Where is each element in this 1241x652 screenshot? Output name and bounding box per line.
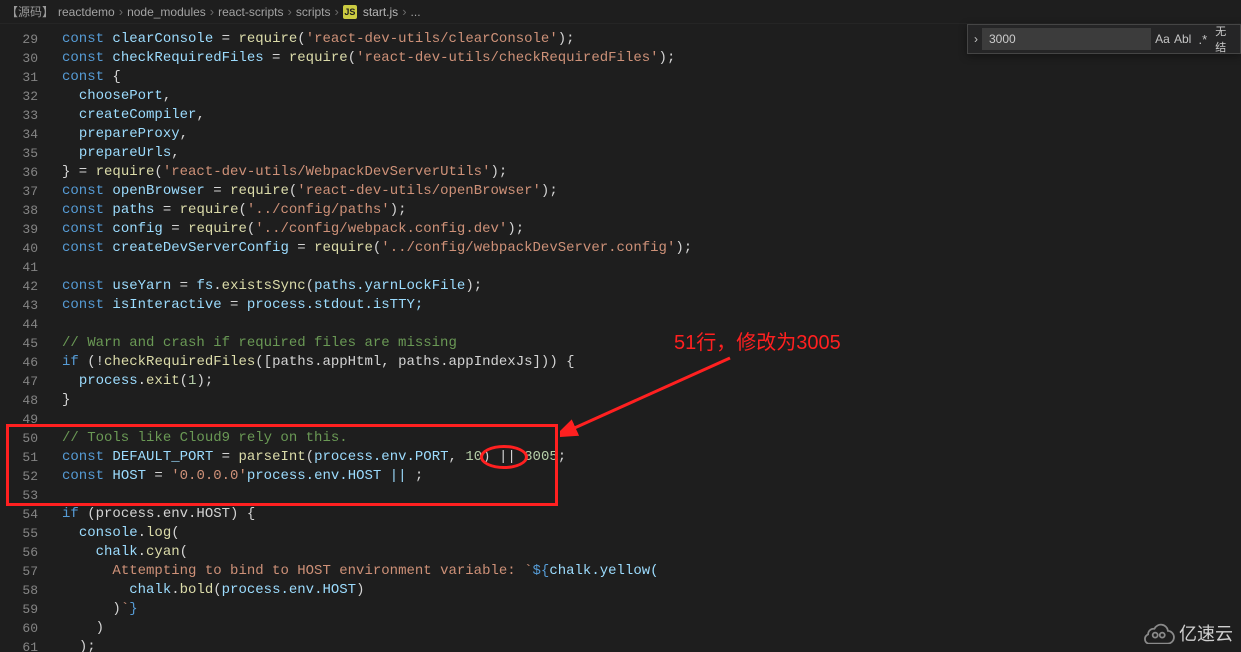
- breadcrumb-tail: ...: [411, 5, 421, 19]
- breadcrumb: 【源码】 reactdemo › node_modules › react-sc…: [0, 0, 1241, 24]
- chevron-right-icon: ›: [335, 4, 339, 19]
- breadcrumb-tag: 【源码】: [6, 3, 54, 20]
- code-content[interactable]: const clearConsole = require('react-dev-…: [62, 30, 1241, 652]
- chevron-right-icon: ›: [402, 4, 406, 19]
- find-input[interactable]: [982, 28, 1151, 50]
- match-word-icon[interactable]: Abl: [1174, 32, 1191, 46]
- editor[interactable]: 2930313233343536373839404142434445464748…: [0, 24, 1241, 652]
- chevron-right-icon: ›: [119, 4, 123, 19]
- breadcrumb-item[interactable]: node_modules: [127, 5, 206, 19]
- chevron-right-icon: ›: [210, 4, 214, 19]
- chevron-right-icon[interactable]: ›: [974, 32, 978, 46]
- match-case-icon[interactable]: Aa: [1154, 32, 1171, 46]
- watermark-label: 亿速云: [1179, 620, 1233, 646]
- find-result-text: 无结: [1215, 23, 1236, 55]
- line-number-gutter: 2930313233343536373839404142434445464748…: [0, 24, 52, 652]
- chevron-right-icon: ›: [287, 4, 291, 19]
- breadcrumb-item[interactable]: scripts: [296, 5, 331, 19]
- js-file-icon: JS: [343, 5, 357, 19]
- cloud-icon: [1141, 622, 1175, 644]
- breadcrumb-item[interactable]: react-scripts: [218, 5, 283, 19]
- breadcrumb-item[interactable]: reactdemo: [58, 5, 115, 19]
- regex-icon[interactable]: .*: [1194, 32, 1211, 47]
- watermark: 亿速云: [1141, 620, 1233, 646]
- find-widget[interactable]: › Aa Abl .* 无结: [967, 24, 1241, 54]
- breadcrumb-file[interactable]: start.js: [363, 5, 398, 19]
